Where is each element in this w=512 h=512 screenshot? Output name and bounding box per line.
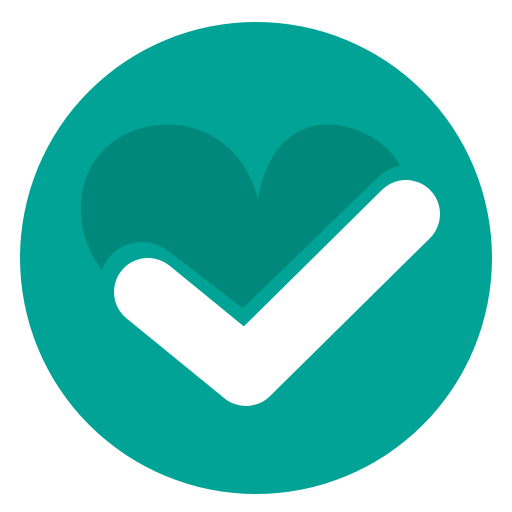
app-icon-canvas — [0, 0, 512, 512]
heart-checkmark-icon[interactable] — [0, 0, 512, 512]
